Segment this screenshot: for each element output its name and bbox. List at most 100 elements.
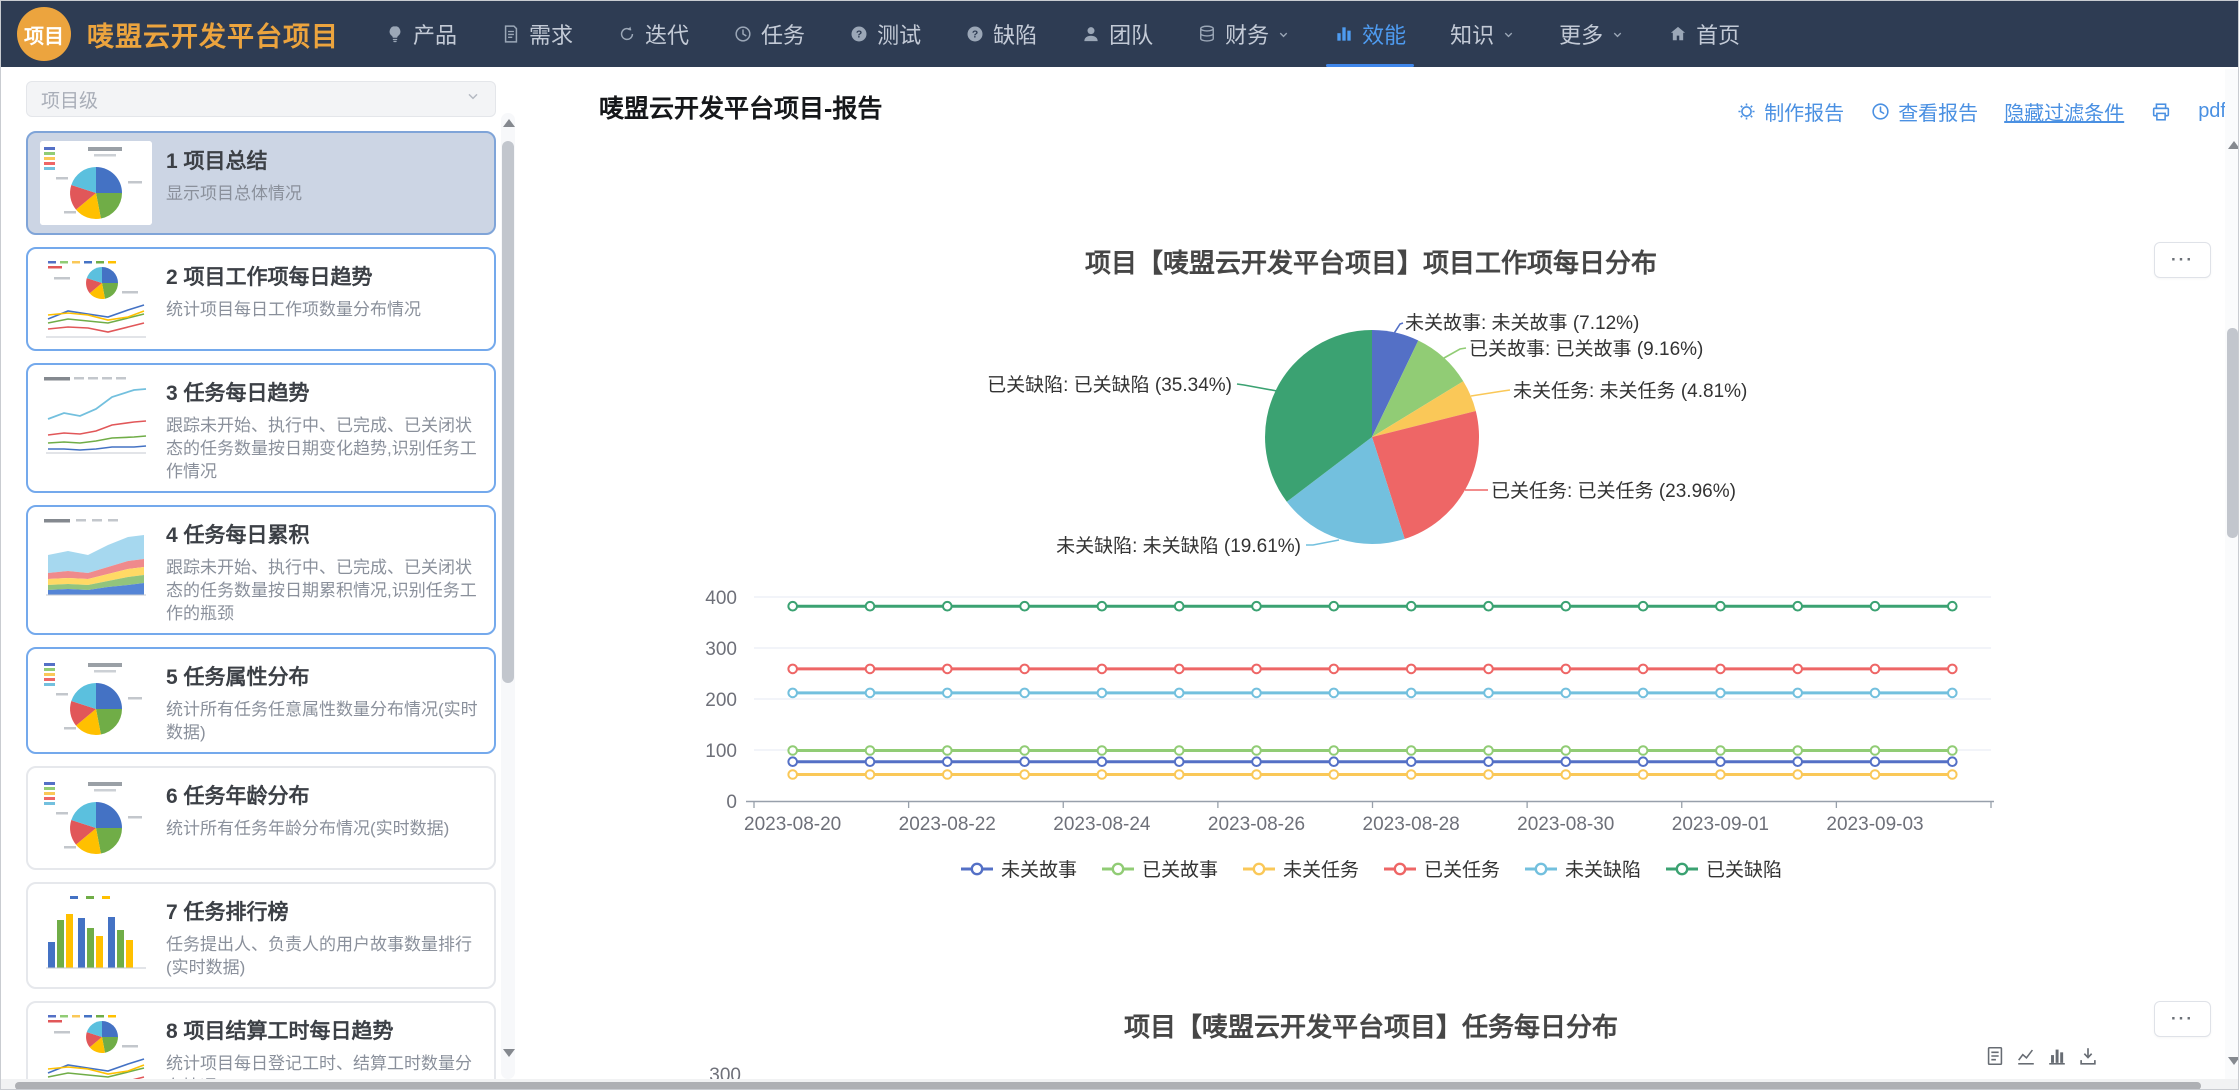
thumbnail-line-chart (40, 373, 152, 457)
hide-filters-link[interactable]: 隐藏过滤条件 (2004, 97, 2124, 126)
data-point (1020, 689, 1029, 698)
report-card-desc: 显示项目总体情况 (166, 182, 482, 205)
report-card-task-daily-cumulative[interactable]: 4 任务每日累积 跟踪未开始、执行中、已完成、已关闭状态的任务数量按日期累积情况… (26, 505, 496, 635)
data-point (1716, 757, 1725, 766)
legend-item-未关任务[interactable]: 未关任务 (1242, 855, 1359, 882)
nav-item-label: 迭代 (645, 18, 689, 50)
data-point (866, 689, 875, 698)
nav-item-product[interactable]: 产品 (385, 1, 457, 67)
legend-marker (1242, 861, 1276, 877)
legend-item-未关缺陷[interactable]: 未关缺陷 (1524, 855, 1641, 882)
data-point (943, 757, 952, 766)
legend-label: 未关缺陷 (1565, 855, 1641, 882)
hide-filters-label: 隐藏过滤条件 (2004, 97, 2124, 126)
nav-item-defects[interactable]: ? 缺陷 (965, 1, 1037, 67)
nav-item-testing[interactable]: ? 测试 (849, 1, 921, 67)
data-point (1871, 689, 1880, 698)
chart1-more-button[interactable]: ··· (2154, 242, 2211, 278)
data-view-icon[interactable] (1984, 1045, 2006, 1072)
chart2-toolbox (1984, 1045, 2099, 1072)
data-point (1793, 757, 1802, 766)
pie-label-leader-line (1237, 384, 1277, 391)
main-scrollbar-track[interactable] (2225, 69, 2239, 1081)
data-point (1020, 757, 1029, 766)
horizontal-scrollbar-thumb[interactable] (15, 1082, 2201, 1090)
data-point (1793, 602, 1802, 611)
sidebar-scroll-down-arrow[interactable] (503, 1049, 515, 1057)
make-report-button[interactable]: 制作报告 (1736, 97, 1844, 126)
thumbnail-area-chart (40, 515, 152, 599)
data-point (1871, 665, 1880, 674)
report-sidebar: 项目级 1 项目总结 显示项目总体情况 2 项目工作项每日趋势 统计 (26, 81, 496, 1085)
data-point (1716, 770, 1725, 779)
data-point (1948, 746, 1957, 755)
download-icon[interactable] (2077, 1045, 2099, 1072)
data-point (1098, 665, 1107, 674)
legend-label: 未关故事 (1001, 855, 1077, 882)
data-point (1716, 665, 1725, 674)
pie-label: 已关故事: 已关故事 (9.16%) (1469, 338, 1703, 360)
report-card-task-daily-trend[interactable]: 3 任务每日趋势 跟踪未开始、执行中、已完成、已关闭状态的任务数量按日期变化趋势… (26, 363, 496, 493)
data-point (1098, 757, 1107, 766)
x-axis-label: 2023-09-03 (1826, 814, 1923, 835)
print-button[interactable] (2150, 101, 2172, 123)
legend-item-未关故事[interactable]: 未关故事 (960, 855, 1077, 882)
nav-item-team[interactable]: 团队 (1081, 1, 1153, 67)
x-axis-label: 2023-08-26 (1208, 814, 1305, 835)
main-scroll-down-arrow[interactable] (2228, 1057, 2239, 1065)
legend-item-已关故事[interactable]: 已关故事 (1101, 855, 1218, 882)
nav-item-finance[interactable]: 财务 (1197, 1, 1290, 67)
nav-item-more[interactable]: 更多 (1559, 1, 1624, 67)
pie-label-leader-line (1306, 540, 1339, 545)
data-point (1948, 757, 1957, 766)
nav-item-iterations[interactable]: 迭代 (617, 1, 689, 67)
project-logo-badge[interactable]: 项目 (17, 7, 71, 61)
legend-item-已关缺陷[interactable]: 已关缺陷 (1665, 855, 1782, 882)
report-card-settled-hours-daily-trend[interactable]: 8 项目结算工时每日趋势 统计项目每日登记工时、结算工时数量分布情况 (26, 1001, 496, 1085)
report-card-title: 4 任务每日累积 (166, 519, 482, 549)
chart1-title: 项目【唛盟云开发平台项目】项目工作项每日分布 (601, 243, 2141, 280)
data-point (1484, 770, 1493, 779)
nav-item-label: 任务 (761, 18, 805, 50)
data-point (1252, 770, 1261, 779)
data-point (1716, 746, 1725, 755)
data-point (1562, 665, 1571, 674)
pie-label: 已关缺陷: 已关缺陷 (35.34%) (987, 374, 1232, 396)
data-point (1098, 770, 1107, 779)
sidebar-scroll-up-arrow[interactable] (503, 119, 515, 127)
nav-item-performance[interactable]: 效能 (1334, 1, 1406, 67)
main-scrollbar-thumb[interactable] (2227, 328, 2238, 538)
report-card-project-summary[interactable]: 1 项目总结 显示项目总体情况 (26, 131, 496, 235)
nav-item-tasks[interactable]: 任务 (733, 1, 805, 67)
chart2-more-button[interactable]: ··· (2154, 1001, 2211, 1037)
report-card-task-age-distribution[interactable]: 6 任务年龄分布 统计所有任务年龄分布情况(实时数据) (26, 766, 496, 870)
data-point (1562, 689, 1571, 698)
gear-icon (1736, 101, 1757, 122)
pdf-button[interactable]: pdf (2198, 100, 2226, 123)
data-point (1639, 757, 1648, 766)
legend-item-已关任务[interactable]: 已关任务 (1383, 855, 1500, 882)
line-chart-icon[interactable] (2015, 1045, 2037, 1072)
data-point (1639, 602, 1648, 611)
sidebar-scrollbar-thumb[interactable] (502, 141, 514, 683)
report-card-workitem-daily-trend[interactable]: 2 项目工作项每日趋势 统计项目每日工作项数量分布情况 (26, 247, 496, 351)
nav-item-label: 需求 (529, 18, 573, 50)
report-card-task-ranking[interactable]: 7 任务排行榜 任务提出人、负责人的用户故事数量排行(实时数据) (26, 882, 496, 989)
clock-icon (1870, 101, 1891, 122)
report-card-task-attribute-distribution[interactable]: 5 任务属性分布 统计所有任务任意属性数量分布情况(实时数据) (26, 647, 496, 754)
data-point (1639, 770, 1648, 779)
nav-item-requirements[interactable]: 需求 (501, 1, 573, 67)
view-report-label: 查看报告 (1898, 97, 1978, 126)
select-placeholder: 项目级 (41, 86, 98, 113)
nav-item-knowledge[interactable]: 知识 (1450, 1, 1515, 67)
data-point (1252, 689, 1261, 698)
report-level-select[interactable]: 项目级 (26, 81, 496, 117)
home-icon (1668, 24, 1688, 44)
view-report-button[interactable]: 查看报告 (1870, 97, 1978, 126)
data-point (943, 770, 952, 779)
data-point (1562, 746, 1571, 755)
main-scroll-up-arrow[interactable] (2228, 141, 2239, 149)
data-point (1639, 689, 1648, 698)
bar-chart-icon[interactable] (2046, 1045, 2068, 1072)
nav-item-home[interactable]: 首页 (1668, 1, 1740, 67)
